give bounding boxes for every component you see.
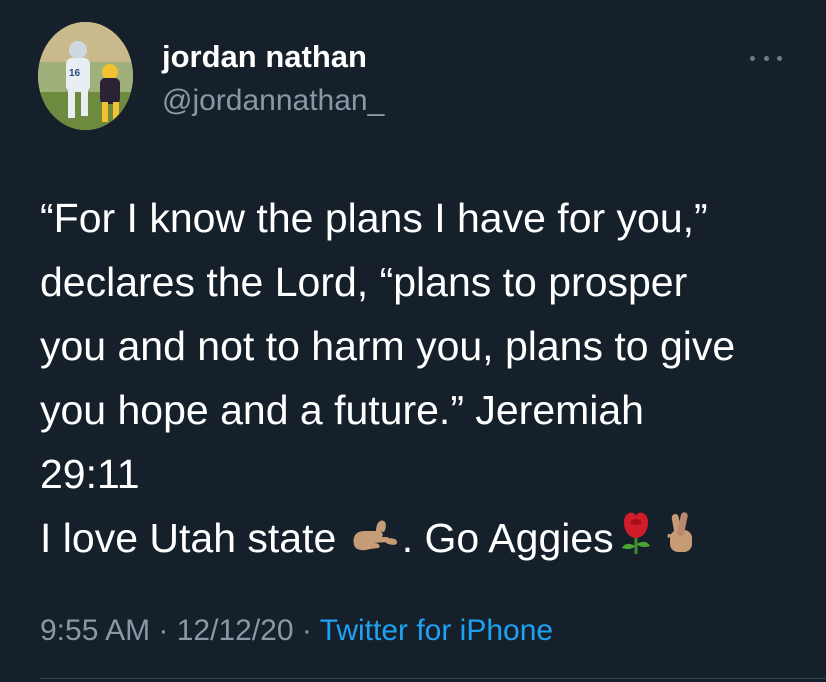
tweet-date[interactable]: 12/12/20 [177,614,294,647]
tweet-line: you hope and a future.” Jeremiah [40,387,644,433]
tweet-line: “For I know the plans I have for you,” [40,195,708,241]
display-name[interactable]: jordan nathan [162,40,367,74]
meta-separator: · [150,614,177,647]
tweet-time[interactable]: 9:55 AM [40,614,150,647]
tweet-line: you and not to harm you, plans to give [40,323,736,369]
more-dot [750,55,755,61]
svg-text:16: 16 [69,68,81,79]
tweet-line: 29:11 [40,451,140,497]
tweet-text: “For I know the plans I have for you,” d… [40,186,810,574]
avatar[interactable]: 16 [38,22,133,130]
more-dot [763,55,769,61]
more-dot [777,55,782,61]
crossed-fingers-emoji [660,508,700,574]
more-options-icon[interactable] [746,48,786,68]
user-handle[interactable]: @jordannathan_ [162,84,384,118]
tweet-source-link[interactable]: Twitter for iPhone [320,614,553,647]
rose-emoji [616,508,656,574]
tweet-card: 16 jordan nathan @jordannathan_ “For I k… [0,0,826,682]
tweet-line: declares the Lord, “plans to prosper [40,259,688,305]
meta-separator: · [293,614,320,647]
tweet-text-part: I love Utah state [40,515,337,561]
tweet-text-part: . Go Aggies [401,515,614,561]
tweet-meta: 9:55 AM · 12/12/20 · Twitter for iPhone [40,613,553,649]
divider [40,678,826,679]
tweet-line-last: I love Utah state . Go Aggies [40,506,810,574]
call-me-hand-emoji [350,509,400,573]
